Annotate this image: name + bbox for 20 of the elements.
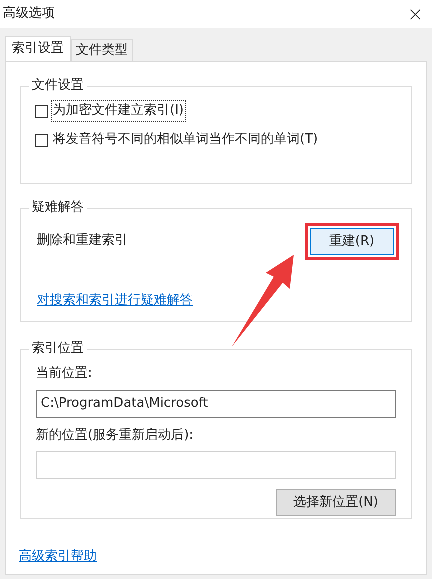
help-link[interactable]: 高级索引帮助	[19, 547, 97, 566]
rebuild-label: 删除和重建索引	[37, 232, 128, 250]
window-title: 高级选项	[3, 5, 55, 24]
checkbox-label[interactable]: 将发音符号不同的相似单词当作不同的单词(T)	[52, 130, 320, 150]
troubleshoot-link[interactable]: 对搜索和索引进行疑难解答	[37, 291, 193, 311]
current-location-label: 当前位置:	[36, 365, 94, 383]
tab[interactable]: 文件类型	[71, 39, 133, 61]
checkbox-label[interactable]: 为加密文件建立索引(I)	[52, 101, 185, 121]
rebuild-button[interactable]: 重建(R)	[310, 228, 394, 256]
new-location-field[interactable]	[36, 451, 396, 479]
close-button[interactable]: ×	[405, 4, 426, 24]
current-location-field[interactable]: C:\ProgramData\Microsoft	[36, 390, 396, 418]
new-location-label: 新的位置(服务重新启动后):	[36, 426, 195, 444]
group-title: 文件设置	[29, 78, 87, 94]
checkbox[interactable]	[35, 104, 48, 118]
group-title: 索引位置	[29, 341, 87, 357]
tab[interactable]: 索引设置	[5, 36, 71, 61]
select-location-button[interactable]: 选择新位置(N)	[276, 489, 396, 516]
group-title: 疑难解答	[29, 200, 87, 216]
checkbox[interactable]	[35, 134, 48, 146]
